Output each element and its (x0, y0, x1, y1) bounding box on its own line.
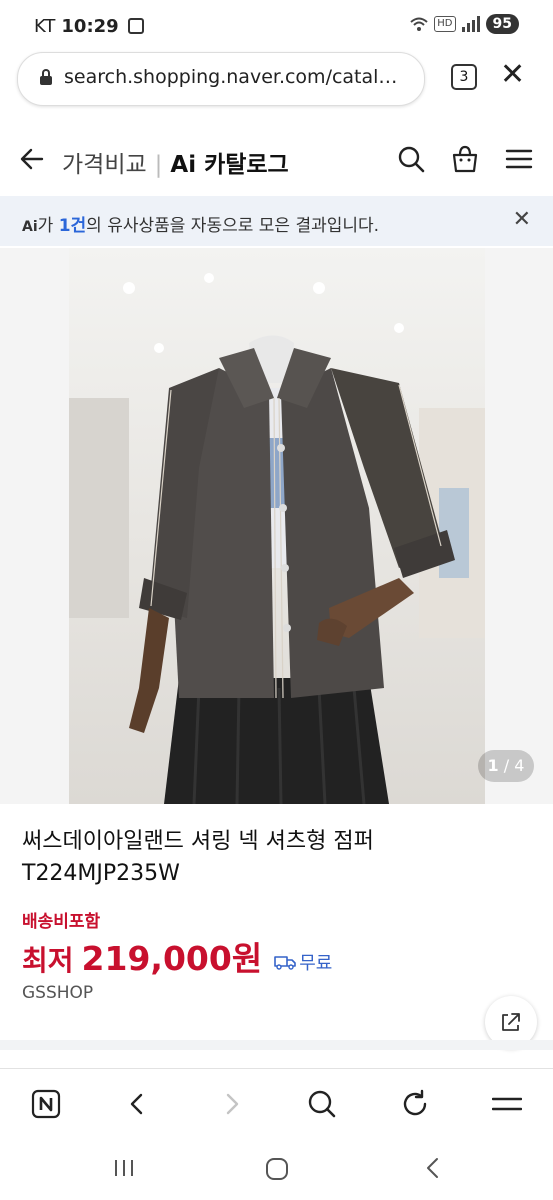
search-icon[interactable] (397, 145, 425, 173)
lock-icon (40, 69, 52, 85)
notice-text: Ai가 1건의 유사상품을 자동으로 모은 결과입니다. (22, 211, 379, 236)
wifi-icon (410, 17, 428, 31)
delivery-fee: 무료 (274, 949, 332, 975)
naver-n-icon (31, 1089, 61, 1119)
product-title: 써스데이아일랜드 셔링 넥 셔츠형 점퍼 T224MJP235W (22, 829, 374, 886)
forward-button[interactable] (214, 1087, 248, 1121)
browser-bottom-bar (0, 1068, 553, 1141)
menu-button[interactable] (490, 1087, 524, 1121)
back-button[interactable] (121, 1087, 155, 1121)
battery-level: 95 (485, 14, 519, 34)
title-divider: | (154, 152, 163, 178)
truck-icon (274, 956, 297, 970)
share-icon (502, 1013, 520, 1031)
pager-current: 1 (487, 756, 499, 775)
back-icon[interactable] (421, 1156, 445, 1180)
ai-label: Ai (22, 219, 38, 235)
url-text[interactable]: search.shopping.naver.com/catal… (64, 66, 414, 88)
search-button[interactable] (305, 1087, 339, 1121)
pager-separator: / (498, 756, 515, 775)
shipping-included-label: 배송비포함 (22, 912, 101, 932)
header-actions (397, 145, 533, 173)
hamburger-icon[interactable] (505, 145, 533, 173)
product-image-gallery[interactable]: 1 / 4 (0, 248, 553, 804)
recent-apps-icon[interactable] (112, 1156, 136, 1180)
search-icon (308, 1090, 336, 1118)
page-header: 가격비교 | Ai 카탈로그 (0, 133, 553, 189)
close-icon[interactable]: ✕ (513, 207, 531, 232)
price-row: 최저 219,000원 무료 (22, 932, 332, 980)
lowest-price: 219,000원 (81, 939, 263, 978)
seller-name[interactable]: GSSHOP (22, 983, 93, 1003)
shopping-bag-icon[interactable] (451, 145, 479, 173)
page-title: 가격비교 | Ai 카탈로그 (62, 145, 289, 179)
signal-icon (461, 16, 480, 32)
home-icon[interactable] (264, 1156, 290, 1182)
carrier: KT (34, 16, 56, 37)
arrow-left-icon[interactable] (18, 145, 46, 173)
status-right: HD 95 (410, 14, 519, 34)
pager-total: 4 (514, 756, 525, 775)
tab-switcher-button[interactable]: 3 (451, 64, 477, 90)
lowest-price-label: 최저 (22, 944, 74, 977)
naver-home-button[interactable] (29, 1087, 63, 1121)
similar-count-link[interactable]: 1건 (59, 216, 86, 236)
close-icon[interactable]: ✕ (500, 60, 525, 90)
notice-suffix: 의 유사상품을 자동으로 모은 결과입니다. (86, 216, 380, 236)
delivery-fee-text: 무료 (299, 953, 333, 974)
browser-url-bar: search.shopping.naver.com/catal… 3 ✕ (0, 52, 553, 116)
image-pager: 1 / 4 (478, 750, 534, 782)
system-navigation-bar (0, 1140, 553, 1200)
notice-prefix: 가 (37, 216, 59, 236)
product-image[interactable] (69, 248, 485, 804)
address-field[interactable]: search.shopping.naver.com/catal… (17, 52, 425, 106)
chevron-right-icon (226, 1093, 239, 1115)
section-divider (0, 1040, 553, 1050)
hamburger-icon (492, 1097, 522, 1111)
chevron-left-icon (130, 1093, 143, 1115)
clock: 10:29 (61, 16, 119, 37)
refresh-icon (403, 1089, 427, 1116)
status-left: KT 10:29 (34, 16, 119, 37)
section-label[interactable]: 가격비교 (62, 152, 147, 178)
refresh-button[interactable] (398, 1087, 432, 1121)
similar-products-notice: Ai가 1건의 유사상품을 자동으로 모은 결과입니다. ✕ (0, 196, 553, 246)
screen-record-icon (128, 18, 144, 34)
hd-voice-badge: HD (434, 16, 456, 32)
brand-label[interactable]: Ai 카탈로그 (170, 152, 288, 178)
status-bar: KT 10:29 HD 95 (0, 0, 553, 52)
